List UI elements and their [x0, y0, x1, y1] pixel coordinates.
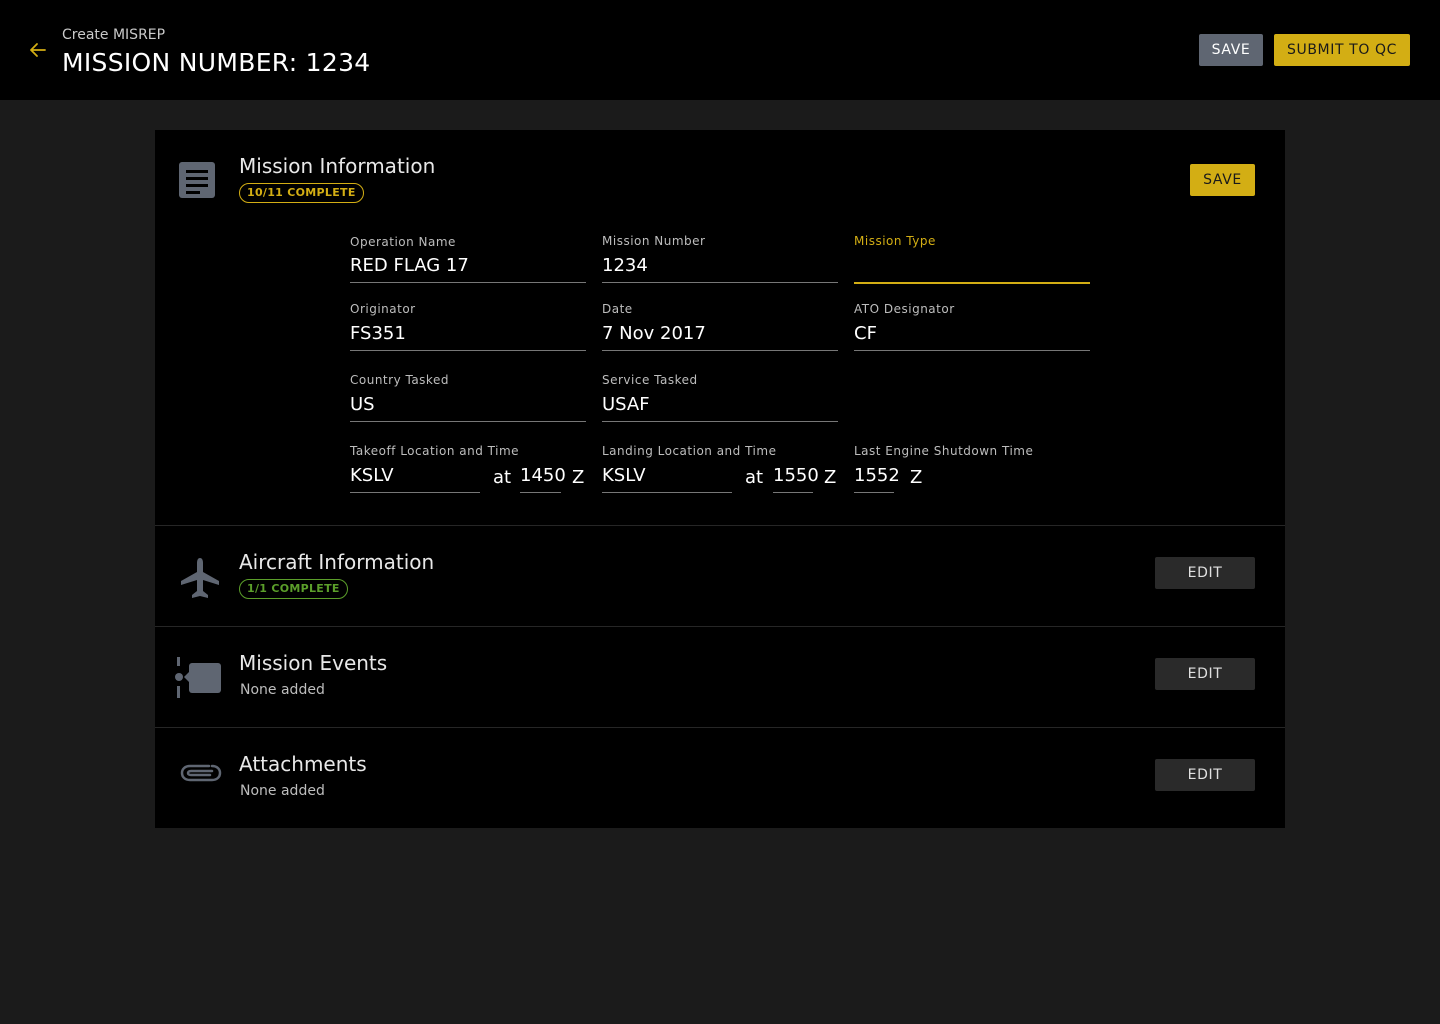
field-label: Last Engine Shutdown Time [854, 444, 1034, 458]
section-aircraft-information: Aircraft Information 1/1 COMPLETE EDIT [155, 526, 1285, 626]
field-label: Originator [350, 302, 416, 316]
mission-type-field: Mission Type [854, 234, 1090, 284]
service-tasked-input[interactable]: USAF [602, 394, 838, 422]
edit-attachments-button[interactable]: EDIT [1155, 759, 1255, 791]
section-title: Aircraft Information [239, 550, 435, 574]
zulu-label: Z [572, 467, 585, 488]
shutdown-field: Last Engine Shutdown Time 1552 Z [854, 444, 1090, 494]
section-mission-events: Mission Events None added EDIT [155, 627, 1285, 727]
section-title: Mission Events [239, 651, 388, 675]
section-subtitle: None added [240, 783, 325, 799]
landing-field: Landing Location and Time KSLV at 1550 Z [602, 444, 838, 494]
mission-number-field: Mission Number 1234 [602, 234, 838, 284]
at-label: at [493, 467, 512, 488]
section-title: Attachments [239, 752, 367, 776]
field-label: Mission Type [854, 234, 936, 248]
save-button[interactable]: SAVE [1199, 34, 1263, 66]
mission-number-input[interactable]: 1234 [602, 255, 838, 283]
field-label: Service Tasked [602, 373, 698, 387]
mission-type-input[interactable] [854, 256, 1090, 284]
document-icon [177, 160, 217, 204]
date-input[interactable]: 7 Nov 2017 [602, 323, 838, 351]
service-tasked-field: Service Tasked USAF [602, 373, 838, 423]
takeoff-field: Takeoff Location and Time KSLV at 1450 Z [350, 444, 586, 494]
paperclip-icon [179, 760, 223, 790]
timeline-icon [175, 657, 223, 703]
field-label: Landing Location and Time [602, 444, 777, 458]
field-label: Takeoff Location and Time [350, 444, 520, 458]
ato-designator-field: ATO Designator CF [854, 302, 1090, 352]
edit-mission-events-button[interactable]: EDIT [1155, 658, 1255, 690]
takeoff-time-input[interactable]: 1450 [520, 465, 566, 493]
landing-time-input[interactable]: 1550 [773, 465, 819, 493]
completion-badge: 1/1 COMPLETE [239, 579, 348, 599]
zulu-label: Z [824, 467, 837, 488]
originator-field: Originator FS351 [350, 302, 586, 352]
edit-aircraft-button[interactable]: EDIT [1155, 557, 1255, 589]
submit-to-qc-button[interactable]: SUBMIT TO QC [1274, 34, 1410, 66]
field-label: Country Tasked [350, 373, 449, 387]
completion-badge: 10/11 COMPLETE [239, 183, 364, 203]
page-title: MISSION NUMBER: 1234 [62, 48, 371, 77]
operation-name-input[interactable]: RED FLAG 17 [350, 255, 586, 283]
section-attachments: Attachments None added EDIT [155, 728, 1285, 828]
field-label: Date [602, 302, 633, 316]
section-title: Mission Information [239, 154, 436, 178]
originator-input[interactable]: FS351 [350, 323, 586, 351]
field-label: Operation Name [350, 235, 456, 249]
section-mission-information: Mission Information 10/11 COMPLETE SAVE … [155, 130, 1285, 525]
zulu-label: Z [910, 467, 923, 488]
breadcrumb: Create MISREP [62, 27, 166, 43]
takeoff-location-input[interactable]: KSLV [350, 465, 480, 493]
back-button[interactable] [26, 38, 50, 62]
date-field: Date 7 Nov 2017 [602, 302, 838, 352]
shutdown-time-input[interactable]: 1552 [854, 465, 900, 493]
top-bar: Create MISREP MISSION NUMBER: 1234 SAVE … [0, 0, 1440, 100]
country-tasked-input[interactable]: US [350, 394, 586, 422]
field-label: ATO Designator [854, 302, 955, 316]
ato-designator-input[interactable]: CF [854, 323, 1090, 351]
at-label: at [745, 467, 764, 488]
airplane-icon [179, 556, 221, 604]
operation-name-field: Operation Name RED FLAG 17 [350, 235, 586, 285]
landing-location-input[interactable]: KSLV [602, 465, 732, 493]
arrow-left-icon [30, 43, 46, 57]
section-save-button[interactable]: SAVE [1190, 164, 1255, 196]
misrep-form-card: Mission Information 10/11 COMPLETE SAVE … [155, 130, 1285, 828]
section-subtitle: None added [240, 682, 325, 698]
country-tasked-field: Country Tasked US [350, 373, 586, 423]
field-label: Mission Number [602, 234, 706, 248]
